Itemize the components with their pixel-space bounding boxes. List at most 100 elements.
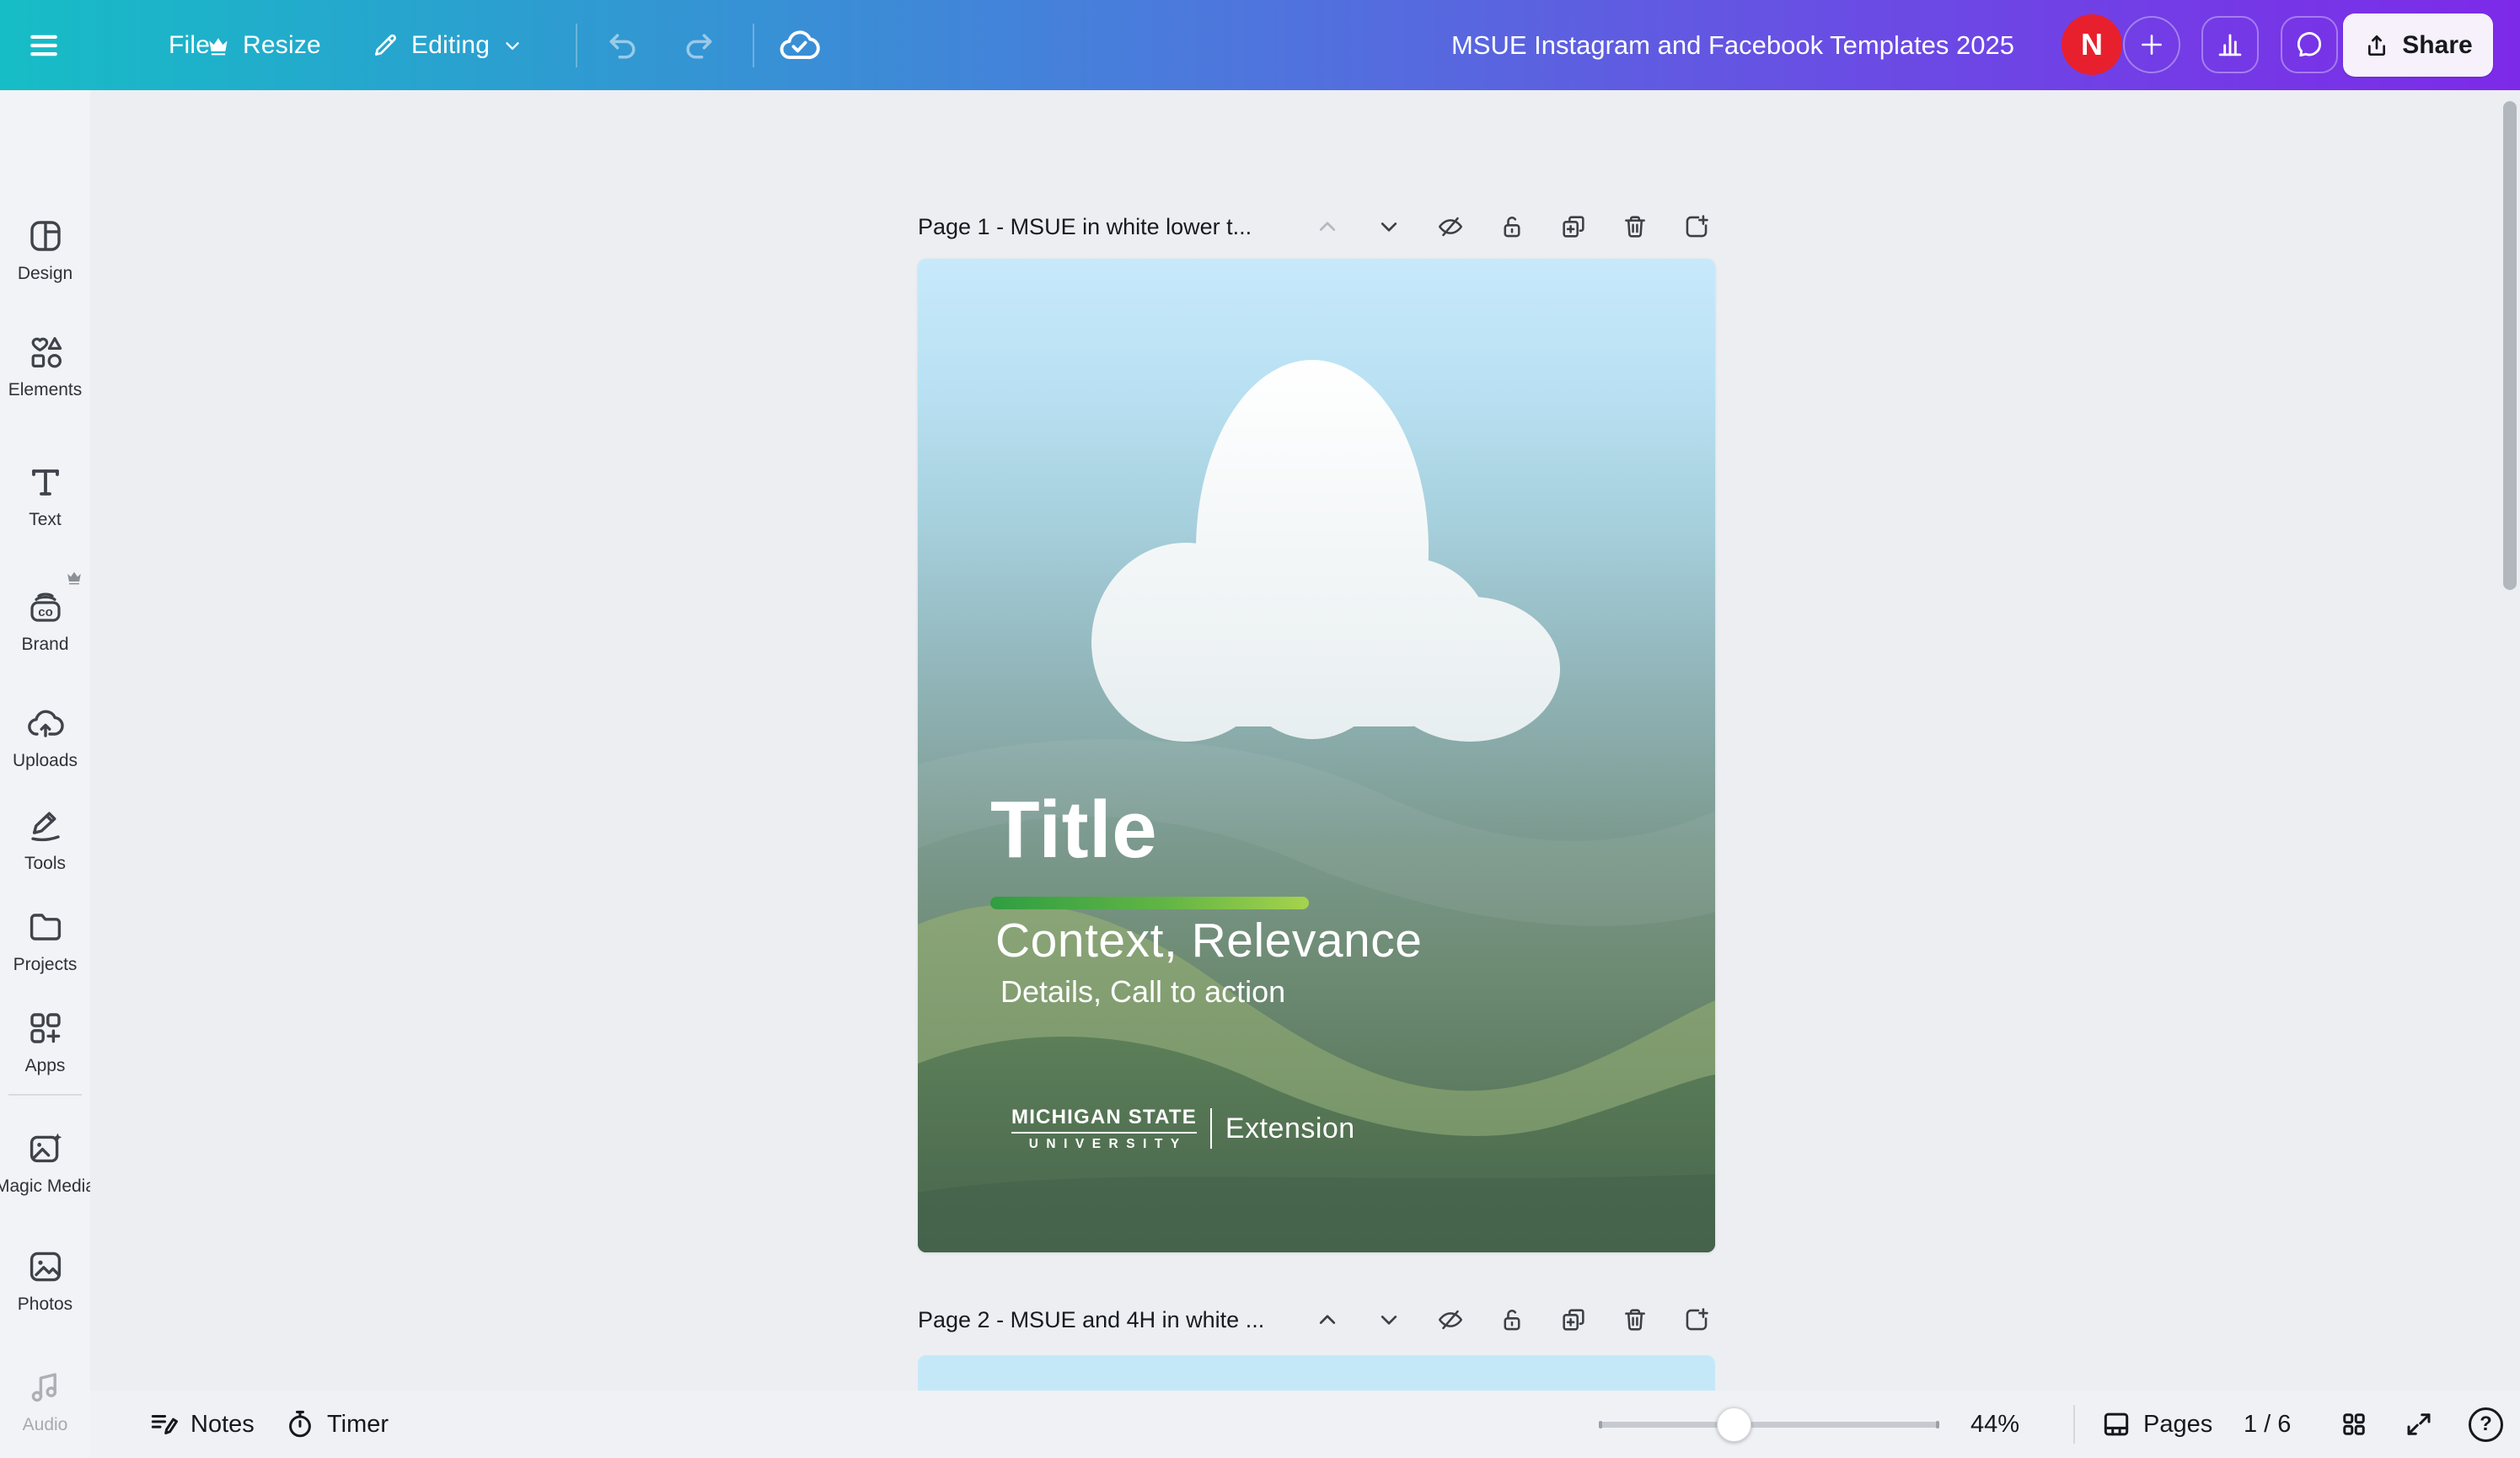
sidebar-item-photos[interactable]: Photos [0, 1246, 90, 1315]
zoom-slider-handle[interactable] [1717, 1407, 1751, 1442]
design-icon [25, 216, 66, 256]
zoom-value: 44% [1970, 1411, 2019, 1439]
sidebar-item-label: Audio [23, 1415, 68, 1435]
help-button[interactable]: ? [2469, 1391, 2503, 1458]
canvas-scrollbar[interactable] [2503, 101, 2517, 590]
sidebar-item-label: Brand [21, 635, 68, 655]
page2-header: Page 2 - MSUE and 4H in white ... [918, 1301, 1264, 1338]
editing-mode-label: Editing [411, 31, 490, 60]
crown-icon [206, 33, 231, 58]
move-page-up-button[interactable] [1312, 212, 1343, 242]
sidebar-item-elements[interactable]: Elements [0, 332, 90, 400]
sidebar-item-magic-media[interactable]: Magic Media [0, 1128, 90, 1197]
design-accent-bar[interactable] [990, 897, 1309, 909]
zoom-slider-track[interactable] [1599, 1422, 1939, 1428]
add-page-button[interactable] [1681, 212, 1712, 242]
duplicate-page-button[interactable] [1558, 212, 1589, 242]
sidebar-item-projects[interactable]: Projects [0, 907, 90, 975]
chevron-down-icon [1375, 212, 1403, 241]
trash-icon [1621, 212, 1649, 241]
sidebar-item-label: Design [18, 264, 72, 284]
cloud-save-status[interactable] [777, 0, 821, 90]
avatar[interactable]: N [2062, 14, 2122, 75]
move-page-down-button[interactable] [1374, 1305, 1404, 1335]
msu-wordmark-line1: MICHIGAN STATE [1011, 1107, 1197, 1134]
sidebar-rail: Design Elements Text co Brand Uploads To… [0, 90, 90, 1458]
msu-extension-logo[interactable]: MICHIGAN STATE UNIVERSITY Extension [1011, 1107, 1355, 1151]
msu-wordmark: MICHIGAN STATE UNIVERSITY [1011, 1107, 1197, 1151]
sidebar-item-text[interactable]: Text [0, 462, 90, 530]
sidebar-item-audio[interactable]: Audio [0, 1367, 90, 1435]
fullscreen-button[interactable] [2404, 1391, 2434, 1458]
page2-controls [1312, 1305, 1712, 1335]
page2-canvas[interactable] [918, 1355, 1715, 1391]
text-icon [25, 462, 66, 502]
notes-label: Notes [190, 1411, 255, 1439]
photos-icon [25, 1246, 66, 1287]
pencil-icon [371, 31, 399, 60]
page2-title[interactable]: Page 2 - MSUE and 4H in white ... [918, 1307, 1264, 1333]
page-indicator-value: 1 / 6 [2244, 1411, 2291, 1439]
sidebar-item-label: Photos [18, 1295, 72, 1315]
add-member-button[interactable] [2123, 16, 2180, 73]
main-menu-button[interactable] [25, 0, 62, 90]
grid-view-button[interactable] [2339, 1391, 2369, 1458]
bar-chart-icon [2214, 29, 2246, 61]
design-details-text[interactable]: Details, Call to action [1000, 977, 1285, 1007]
move-page-up-button[interactable] [1312, 1305, 1343, 1335]
chevron-up-icon [1313, 212, 1342, 241]
timer-button[interactable]: Timer [284, 1391, 389, 1458]
design-title-text[interactable]: Title [990, 790, 1157, 871]
delete-page-button[interactable] [1620, 212, 1650, 242]
page1-title[interactable]: Page 1 - MSUE in white lower t... [918, 214, 1252, 240]
undo-button[interactable] [604, 0, 641, 90]
unlock-icon [1498, 1305, 1526, 1334]
sidebar-item-label: Projects [13, 955, 78, 975]
notes-icon [147, 1408, 180, 1440]
file-menu-button[interactable]: File [169, 0, 210, 90]
share-label: Share [2402, 31, 2472, 60]
duplicate-page-button[interactable] [1558, 1305, 1589, 1335]
sidebar-item-brand[interactable]: co Brand [0, 587, 90, 655]
bottombar-divider [2073, 1405, 2075, 1444]
sidebar-item-uploads[interactable]: Uploads [0, 703, 90, 771]
sidebar-item-tools[interactable]: Tools [0, 806, 90, 874]
crown-badge-icon [65, 568, 83, 587]
unlock-icon [1498, 212, 1526, 241]
redo-button[interactable] [680, 0, 717, 90]
hide-page-button[interactable] [1435, 1305, 1466, 1335]
page-indicator: 1 / 6 [2244, 1391, 2291, 1458]
insights-button[interactable] [2201, 16, 2259, 73]
page1-background-art [918, 259, 1715, 1252]
lock-page-button[interactable] [1497, 212, 1527, 242]
resize-button[interactable]: Resize [206, 0, 321, 90]
pages-view-button[interactable]: Pages [2100, 1391, 2212, 1458]
sidebar-item-design[interactable]: Design [0, 216, 90, 284]
comments-button[interactable] [2281, 16, 2338, 73]
bottom-bar: Notes Timer 44% Pages 1 / 6 ? [90, 1391, 2520, 1458]
elements-icon [25, 332, 66, 373]
editor-canvas: Page 1 - MSUE in white lower t... [90, 90, 2520, 1391]
add-page-icon [1682, 212, 1711, 241]
zoom-level[interactable]: 44% [1957, 1391, 2033, 1458]
editing-mode-dropdown[interactable]: Editing [371, 0, 523, 90]
tools-pen-icon [25, 806, 66, 846]
lock-page-button[interactable] [1497, 1305, 1527, 1335]
notes-button[interactable]: Notes [147, 1391, 255, 1458]
help-icon: ? [2469, 1407, 2503, 1442]
trash-icon [1621, 1305, 1649, 1334]
eye-off-icon [1436, 1305, 1465, 1334]
undo-icon [604, 27, 641, 64]
duplicate-icon [1559, 1305, 1588, 1334]
delete-page-button[interactable] [1620, 1305, 1650, 1335]
page1-canvas[interactable]: Title Context, Relevance Details, Call t… [918, 259, 1715, 1252]
sidebar-item-apps[interactable]: Apps [0, 1008, 90, 1076]
design-subtitle-text[interactable]: Context, Relevance [995, 917, 1422, 965]
magic-media-icon [25, 1128, 66, 1169]
add-page-button[interactable] [1681, 1305, 1712, 1335]
share-button[interactable]: Share [2343, 13, 2493, 77]
document-title[interactable]: MSUE Instagram and Facebook Templates 20… [1451, 0, 2014, 90]
move-page-down-button[interactable] [1374, 212, 1404, 242]
hide-page-button[interactable] [1435, 212, 1466, 242]
apps-icon [25, 1008, 66, 1048]
